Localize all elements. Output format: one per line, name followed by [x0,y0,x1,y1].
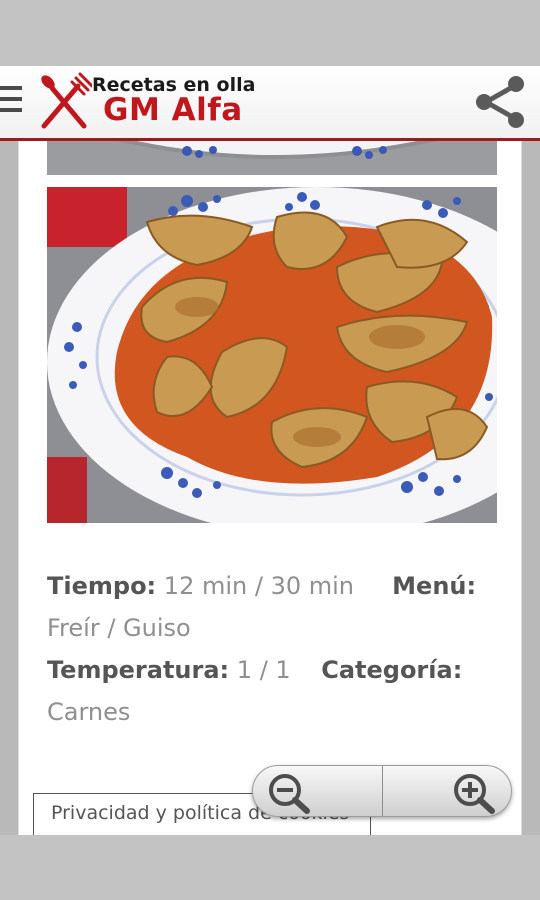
recipe-content: Tiempo: 12 min / 30 min Menú: Freír / Gu… [18,141,522,835]
recipe-info-row: Temperatura: 1 / 1 Categoría: [47,655,507,685]
app-header: Recetas en olla GM Alfa [0,66,540,141]
tiempo-value: 12 min / 30 min [163,572,354,600]
tiempo-label: Tiempo: [47,572,157,600]
recipe-photo-previous [47,141,497,175]
recipe-info-row: Freír / Guiso [47,613,507,643]
share-icon[interactable] [470,72,530,132]
fork-knife-icon [41,72,92,129]
logo-title-brand: GM Alfa [103,92,243,128]
recipe-photo [47,187,497,523]
menu-label: Menú: [392,572,477,600]
zoom-in-icon [454,774,495,814]
categoria-value: Carnes [47,698,131,726]
menu-value: Freír / Guiso [47,614,191,642]
bottom-bar [0,835,540,900]
zoom-controls [252,765,512,817]
categoria-label: Categoría: [321,656,463,684]
temperatura-label: Temperatura: [47,656,230,684]
zoom-in-button[interactable] [383,766,511,816]
zoom-out-icon [269,774,310,814]
recipe-info-row: Carnes [47,697,507,727]
status-bar [0,0,540,66]
menu-icon[interactable] [0,86,22,120]
recipe-info-row: Tiempo: 12 min / 30 min Menú: [47,571,507,601]
zoom-out-button[interactable] [253,766,383,816]
temperatura-value: 1 / 1 [236,656,291,684]
